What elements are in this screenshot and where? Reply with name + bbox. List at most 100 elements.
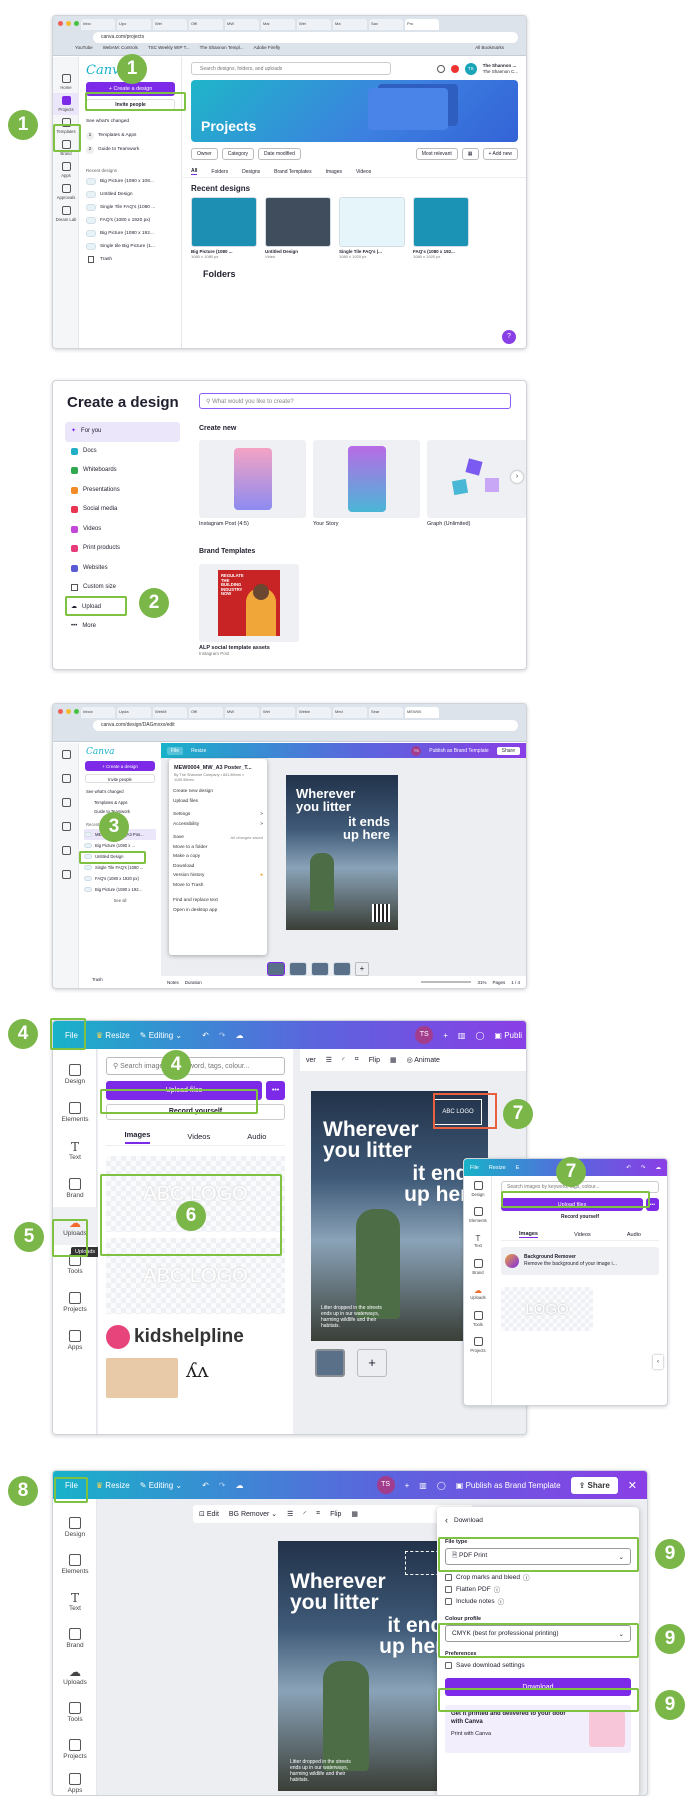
category-videos[interactable]: Videos [65, 520, 180, 540]
bookmark[interactable]: YouTube [75, 45, 93, 50]
category-presentations[interactable]: Presentations [65, 481, 180, 501]
add-new-button[interactable]: + Add new [482, 148, 518, 160]
sidebar-item-apps[interactable]: Apps [53, 1768, 97, 1795]
undo-icon[interactable]: ↶ [202, 1481, 209, 1490]
animate-button[interactable]: ◎ Animate [407, 1056, 440, 1064]
bookmark[interactable]: All Bookmarks [475, 45, 504, 50]
help-button[interactable]: ? [502, 330, 516, 344]
tab-videos[interactable]: Videos [356, 169, 371, 175]
menu-upload-files[interactable]: Upload files [169, 796, 267, 806]
analytics-icon[interactable]: ▥ [458, 1031, 466, 1040]
recent-design-item[interactable]: Big Picture (1080 x ... [84, 840, 156, 851]
zoom-level[interactable]: 31% [477, 980, 486, 985]
record-yourself-button[interactable]: Record yourself [501, 1214, 659, 1224]
browser-tab[interactable]: WebM [153, 707, 187, 718]
editing-dropdown[interactable]: ✎ Editing ⌄ [140, 1031, 182, 1040]
sort-dropdown[interactable]: Most relevant [415, 148, 458, 160]
more-options-button[interactable]: ••• [266, 1081, 285, 1100]
onboarding-step[interactable]: 2 Guide to Teamwork [86, 143, 175, 157]
editing-dropdown[interactable]: ✎ Editing ⌄ [140, 1481, 182, 1490]
file-menu-button[interactable]: File [470, 1165, 479, 1171]
share-button[interactable]: ⇪ Share [570, 1476, 618, 1494]
sidebar-item-projects[interactable]: Projects [53, 93, 79, 115]
menu-save[interactable]: Save All changes saved [169, 833, 267, 843]
notifications-icon[interactable] [450, 64, 459, 73]
menu-move-to-trash[interactable]: Move to Trash [169, 880, 267, 890]
template-your-story[interactable]: Your Story [313, 440, 420, 527]
bookmark[interactable]: WebAM: Controls [103, 45, 138, 50]
checkbox[interactable] [445, 1597, 452, 1605]
menu-open-desktop-app[interactable]: Open in desktop app [169, 905, 267, 915]
crop-icon[interactable]: ⌗ [316, 1510, 320, 1518]
publish-brand-template-button[interactable]: ▣ Publish as Brand Template [456, 1481, 561, 1490]
browser-tab[interactable]: Offi [189, 707, 223, 718]
sidebar-item-home[interactable] [53, 743, 79, 767]
pages-button[interactable]: Pages [492, 980, 505, 985]
create-search-input[interactable]: ⚲ What would you like to create? [199, 393, 511, 409]
sidebar-item-brand[interactable]: Brand [53, 1620, 97, 1657]
sidebar-item-tools[interactable]: Tools [53, 1694, 97, 1731]
sidebar-item-projects[interactable]: Projects [53, 1731, 97, 1768]
flip-button[interactable]: Flip [330, 1511, 341, 1518]
save-download-settings-checkbox[interactable]: Save download settings [445, 1659, 631, 1671]
tab-audio[interactable]: Audio [627, 1232, 641, 1238]
flip-button[interactable]: Flip [369, 1057, 380, 1064]
crop-icon[interactable]: ⌗ [355, 1056, 359, 1064]
tab-audio[interactable]: Audio [247, 1132, 266, 1141]
page-thumb[interactable] [333, 962, 351, 976]
corner-icon[interactable]: ◜ [303, 1510, 306, 1518]
sidebar-item-projects[interactable]: Projects [53, 1283, 97, 1321]
category-whiteboards[interactable]: Whiteboards [65, 461, 180, 481]
avatar[interactable]: TS [464, 62, 477, 75]
tab-all[interactable]: All [191, 168, 198, 175]
recent-design-item[interactable]: Single Tile FAQ's (1080 ... [86, 201, 175, 214]
resize-button[interactable]: Resize [191, 748, 206, 754]
menu-version-history[interactable]: Version history ● [169, 871, 267, 881]
sidebar-item-brand[interactable] [53, 815, 79, 839]
uploaded-kidshelpline-logo[interactable]: kidshelpline [106, 1322, 285, 1352]
sidebar-item-apps[interactable]: Apps [53, 159, 79, 181]
sidebar-item-projects[interactable]: Projects [464, 1332, 492, 1358]
sidebar-item-dream-lab[interactable]: Dream Lab [53, 203, 79, 225]
browser-tab[interactable]: Wel [153, 19, 187, 30]
sidebar-item-uploads[interactable]: ☁ Uploads [53, 1657, 97, 1694]
transparency-icon[interactable]: ▦ [390, 1056, 397, 1064]
design-card[interactable]: FAQ's (1080 x 192... 1080 x 1920 px [413, 197, 469, 259]
uploaded-photo[interactable] [106, 1358, 178, 1398]
see-all-link[interactable]: See all [84, 895, 156, 906]
bookmark[interactable]: The Shannon Templ... [200, 45, 244, 50]
browser-tab[interactable]: Sav [369, 19, 403, 30]
publish-brand-template-button[interactable]: Publish as Brand Template [429, 748, 488, 754]
sidebar-item-uploads[interactable] [53, 863, 79, 887]
menu-create-new-design[interactable]: Create new design [169, 787, 267, 797]
browser-tab[interactable]: Sear [369, 707, 403, 718]
back-chevron-icon[interactable]: ‹ [445, 1515, 448, 1525]
editing-dropdown[interactable]: E [516, 1165, 520, 1171]
sidebar-item-home[interactable]: Home [53, 71, 79, 93]
sidebar-item-design[interactable]: Design [464, 1176, 492, 1202]
publish-brand-template-button[interactable]: ▣ Publi [494, 1031, 522, 1040]
grid-view-icon[interactable]: ▦ [461, 148, 479, 160]
collapse-panel-icon[interactable]: ‹ [653, 1355, 663, 1369]
add-page-icon[interactable]: + [357, 1349, 387, 1377]
duration-button[interactable]: Duration [185, 980, 202, 985]
address-bar[interactable]: canva.com/design/DAGmxxx/edit [93, 720, 518, 731]
whats-changed-label[interactable]: See what's changed [80, 786, 160, 797]
trash-item[interactable]: Trash [92, 977, 103, 982]
sidebar-item-brand[interactable]: Brand [53, 1169, 97, 1207]
add-collaborator-icon[interactable]: + [443, 1031, 448, 1040]
resize-button[interactable]: Resize [489, 1165, 506, 1171]
canva-logo[interactable]: Canva [80, 743, 160, 761]
search-input[interactable]: Search designs, folders, and uploads [191, 62, 391, 75]
browser-tab[interactable]: Wel [297, 19, 331, 30]
flatten-pdf-checkbox[interactable]: Flatten PDF ⓘ [445, 1583, 631, 1595]
browser-tab[interactable]: Offi [189, 19, 223, 30]
sidebar-item-elements[interactable]: Elements [464, 1202, 492, 1228]
menu-accessibility[interactable]: Accessibility > [169, 819, 267, 829]
sidebar-item-templates[interactable] [53, 791, 79, 815]
sidebar-item-design[interactable]: Design [53, 1055, 97, 1093]
redo-icon[interactable]: ↷ [641, 1165, 646, 1171]
file-menu-button[interactable]: File [167, 746, 184, 755]
menu-find-replace[interactable]: Find and replace text [169, 896, 267, 906]
bookmark[interactable]: TSC Weekly WIP T... [148, 45, 190, 50]
